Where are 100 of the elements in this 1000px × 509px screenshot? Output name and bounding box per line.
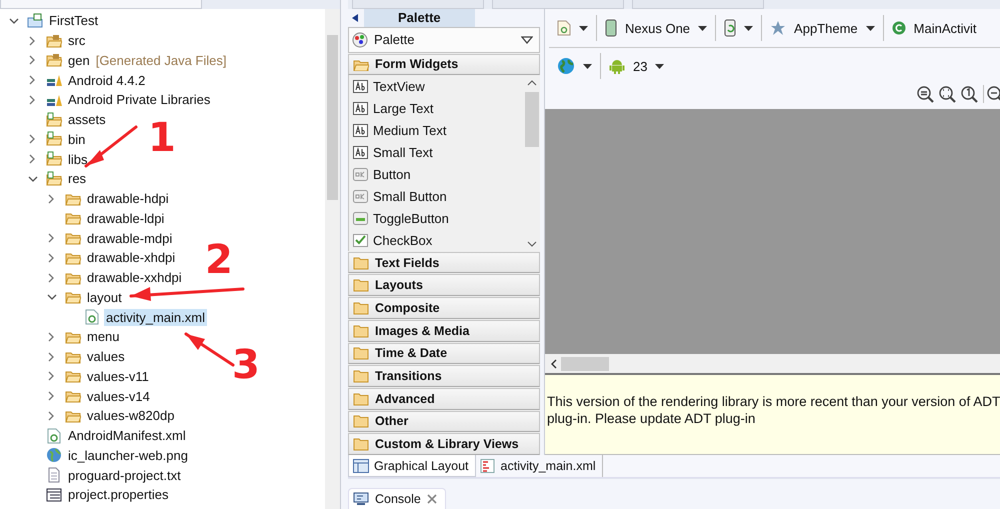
palette-category[interactable]: Images & Media xyxy=(348,320,540,342)
toolbar-dropdown[interactable] xyxy=(724,19,754,37)
palette-category[interactable]: Transitions xyxy=(348,365,540,387)
tree-item[interactable]: layout xyxy=(85,288,124,306)
package-folder-icon xyxy=(46,32,62,49)
tree-item[interactable]: libs xyxy=(66,150,90,168)
toolbar-dropdown[interactable] xyxy=(557,57,592,75)
tree-item[interactable]: values-v14 xyxy=(85,388,152,405)
tree-item[interactable]: Android Private Libraries xyxy=(66,91,212,108)
text-widget-icon xyxy=(353,102,368,115)
palette-dropdown[interactable]: Palette xyxy=(348,27,540,53)
dropdown-arrow-icon xyxy=(655,64,664,68)
editor-tab[interactable]: activity_main.xml xyxy=(476,455,603,477)
zoom-actual-icon[interactable] xyxy=(961,84,980,104)
palette-item[interactable]: CheckBox xyxy=(349,229,524,251)
toolbar-dropdown[interactable] xyxy=(557,20,588,36)
annotation-number: 3 xyxy=(232,345,260,385)
toolbar-dropdown[interactable]: Nexus One xyxy=(605,19,708,37)
tree-item[interactable]: gen xyxy=(66,52,92,69)
palette-category[interactable]: Custom & Library Views xyxy=(348,433,540,456)
tree-item[interactable]: menu xyxy=(85,328,122,346)
class-icon xyxy=(892,21,906,35)
tree-item[interactable]: src xyxy=(66,32,88,50)
xml-file-icon xyxy=(46,428,62,444)
checkbox-widget-icon xyxy=(353,234,368,247)
tree-item[interactable]: values xyxy=(85,348,127,366)
dropdown-arrow-icon xyxy=(698,26,708,30)
palette-category[interactable]: Text Fields xyxy=(348,252,540,274)
palette-item[interactable]: Large Text xyxy=(349,97,524,120)
folder-icon xyxy=(353,256,369,270)
scrollbar[interactable] xyxy=(325,9,340,509)
tree-item[interactable]: drawable-xxhdpi xyxy=(85,269,184,286)
tree-item[interactable]: project.properties xyxy=(66,486,170,504)
tree-item[interactable]: activity_main.xml xyxy=(104,308,207,326)
annotation-arrow xyxy=(184,332,234,366)
close-icon[interactable] xyxy=(426,494,437,504)
scrollbar-thumb[interactable] xyxy=(525,92,539,148)
folder-icon xyxy=(353,414,369,428)
tree-item[interactable]: values-w820dp xyxy=(85,407,176,424)
package-folder-icon xyxy=(46,52,62,68)
scroll-left-icon xyxy=(551,358,557,368)
palette-item[interactable]: Button xyxy=(349,163,524,186)
palette-item[interactable]: Small Button xyxy=(349,185,524,208)
tree-item[interactable]: drawable-xhdpi xyxy=(85,249,178,266)
star-icon xyxy=(770,20,786,36)
graphical-layout-icon xyxy=(353,458,369,472)
palette-category[interactable]: Other xyxy=(348,410,540,432)
tree-item-decoration: [Generated Java Files] xyxy=(96,52,226,68)
palette-item[interactable]: Medium Text xyxy=(349,119,524,142)
tree-item[interactable]: assets xyxy=(66,111,108,128)
monitor-icon xyxy=(353,492,369,506)
text-file-icon xyxy=(46,467,62,484)
toolbar-dropdown[interactable]: 23 xyxy=(609,58,664,74)
palette-category[interactable]: Advanced xyxy=(348,388,540,410)
dropdown-arrow-icon xyxy=(583,64,592,68)
tree-item[interactable]: Android 4.4.2 xyxy=(66,72,148,89)
tree-item[interactable]: proguard-project.txt xyxy=(66,466,183,484)
toggle-widget-icon xyxy=(353,212,368,225)
text-widget-icon xyxy=(353,124,368,137)
palette-category[interactable]: Time & Date xyxy=(348,342,540,364)
tree-item[interactable]: ic_launcher-web.png xyxy=(66,446,190,464)
folder-icon xyxy=(353,392,369,406)
tree-item[interactable]: res xyxy=(66,170,88,188)
xml-source-icon xyxy=(480,459,496,473)
view-tab[interactable]: Console xyxy=(348,488,446,509)
scrollbar[interactable] xyxy=(545,354,1000,373)
tree-item[interactable]: FirstTest xyxy=(47,12,100,30)
palette-icon xyxy=(352,32,368,48)
scrollbar-thumb[interactable] xyxy=(561,356,609,370)
tree-item[interactable]: drawable-ldpi xyxy=(85,210,166,227)
scrollbar-thumb[interactable] xyxy=(327,35,338,200)
palette-category[interactable]: Layouts xyxy=(348,274,540,296)
annotation-number: 1 xyxy=(148,118,176,158)
palette-title[interactable]: Palette xyxy=(364,9,475,27)
tree-item[interactable]: bin xyxy=(66,130,88,148)
tree-item[interactable]: values-v11 xyxy=(85,368,151,385)
zoom-fit-icon[interactable] xyxy=(939,84,958,104)
tree-item[interactable]: drawable-mdpi xyxy=(85,230,174,247)
xml-file-icon xyxy=(84,309,100,326)
palette-category[interactable]: Composite xyxy=(348,297,540,319)
folder-icon xyxy=(353,346,369,360)
palette-item[interactable]: Small Text xyxy=(349,141,524,164)
toolbar-dropdown[interactable]: AppTheme xyxy=(770,20,875,36)
toolbar-dropdown[interactable]: MainActivit xyxy=(892,20,976,36)
tree-item[interactable]: AndroidManifest.xml xyxy=(66,427,188,444)
palette-item[interactable]: TextView xyxy=(349,75,524,98)
palette-category[interactable]: Form Widgets xyxy=(348,54,540,76)
annotation-number: 2 xyxy=(205,240,233,280)
zoom-out-icon[interactable] xyxy=(917,84,936,104)
dropdown-arrow-icon xyxy=(866,26,875,30)
layout-file-icon xyxy=(557,20,571,36)
collapse-arrow-icon xyxy=(352,14,358,22)
globe-icon xyxy=(46,447,62,464)
button-widget-icon xyxy=(353,190,368,203)
text-widget-icon xyxy=(353,146,368,159)
tree-item[interactable]: drawable-hdpi xyxy=(85,190,171,208)
text-widget-icon xyxy=(353,80,368,93)
editor-tab[interactable]: Graphical Layout xyxy=(348,455,476,477)
palette-item[interactable]: ToggleButton xyxy=(349,207,524,230)
dropdown-arrow-icon xyxy=(579,26,588,30)
